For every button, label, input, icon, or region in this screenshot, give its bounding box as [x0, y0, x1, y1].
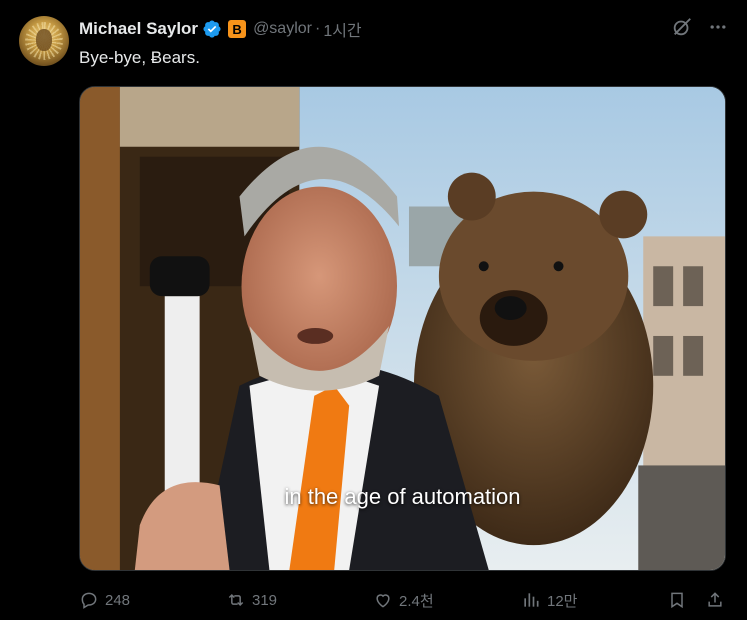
reply-count: 248: [105, 591, 131, 609]
action-bar: 248 319 2.4천 12만: [79, 588, 729, 612]
bookmark-button[interactable]: [667, 590, 693, 610]
avatar[interactable]: [19, 16, 69, 66]
author-name[interactable]: Michael Saylor: [79, 19, 198, 39]
verified-badge-icon[interactable]: [202, 19, 222, 39]
repost-button[interactable]: 319: [226, 590, 277, 610]
video-player[interactable]: in the age of automation: [79, 86, 726, 571]
views-count: 12만: [547, 592, 578, 610]
repost-count: 319: [252, 591, 278, 609]
views-icon: [524, 593, 539, 607]
views-button[interactable]: 12만: [521, 590, 578, 611]
separator-dot: ·: [314, 20, 321, 37]
avatar-face: [36, 29, 52, 51]
author-handle[interactable]: @saylor: [253, 20, 312, 38]
share-button[interactable]: [705, 590, 731, 610]
grok-icon[interactable]: [671, 16, 693, 38]
bookmark-icon: [671, 592, 683, 609]
reply-button[interactable]: 248: [79, 590, 130, 610]
post-time[interactable]: 1시간: [323, 17, 361, 41]
share-icon: [708, 592, 722, 607]
reply-icon: [81, 592, 97, 609]
like-button[interactable]: 2.4천: [373, 590, 434, 611]
top-actions: [671, 16, 729, 38]
video-caption: in the age of automation: [284, 484, 521, 509]
post-header: Michael Saylor B @saylor · 1시간: [79, 17, 362, 41]
like-count: 2.4천: [399, 592, 434, 610]
heart-icon: [376, 594, 390, 608]
tweet-text: Bye-bye, Ƀears.: [79, 48, 200, 67]
bitcoin-badge[interactable]: B: [228, 20, 247, 38]
repost-icon: [228, 593, 244, 607]
more-icon[interactable]: [707, 16, 729, 38]
